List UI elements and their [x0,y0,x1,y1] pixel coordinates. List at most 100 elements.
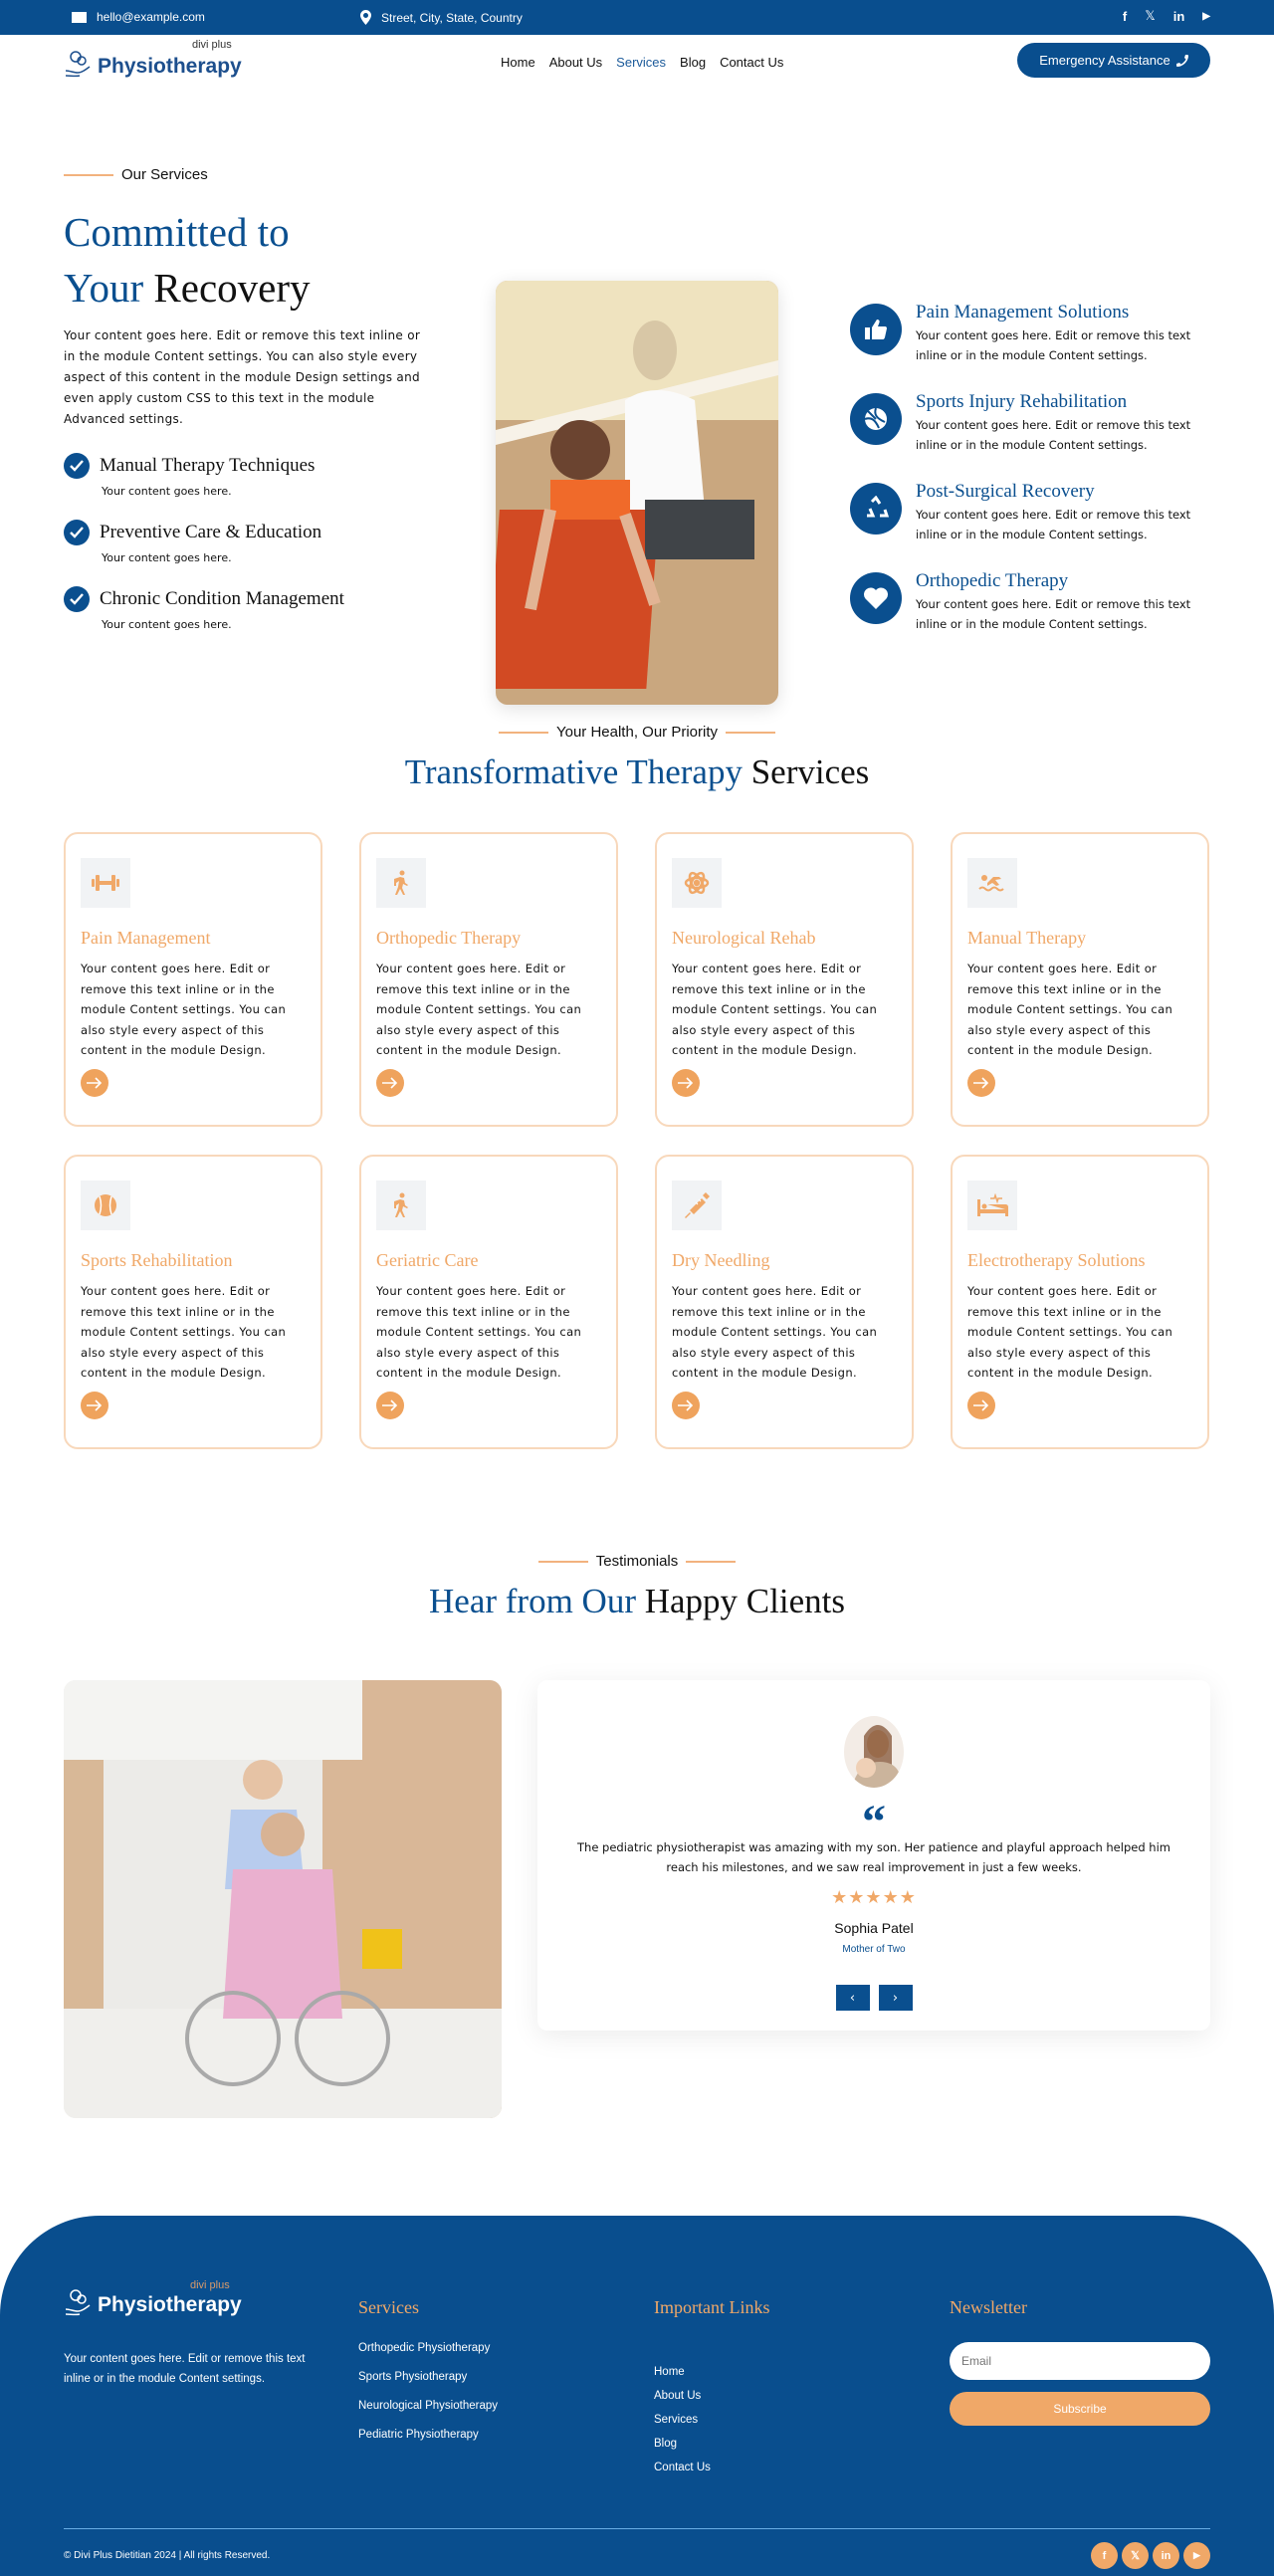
footer-link-contact-us[interactable]: Contact Us [654,2462,769,2473]
hero-section: Our Services Committed to Your Recovery … [0,95,1274,705]
service-card-text: Your content goes here. Edit or remove t… [81,962,287,1057]
service-card-link-button[interactable] [672,1392,700,1419]
footer-service-link[interactable]: Sports Physiotherapy [358,2371,498,2383]
footer-link-services[interactable]: Services [654,2414,769,2426]
linkedin-icon[interactable]: in [1173,9,1185,24]
quote-icon: “ [862,1796,886,1848]
footer-newsletter: Newsletter Subscribe [950,2297,1210,2426]
service-card-title: Orthopedic Therapy [376,928,522,948]
arrow-right-icon [382,1077,398,1089]
service-card-link-button[interactable] [376,1069,404,1097]
hero-title: Committed to Your Recovery [64,209,311,311]
footer-important-links: Important Links Home About Us Services B… [654,2297,770,2473]
service-card: Sports Rehabilitation Your content goes h… [64,1155,322,1449]
nav-services[interactable]: Services [616,55,666,70]
footer-link-home[interactable]: Home [654,2366,769,2378]
footer-link-blog[interactable]: Blog [654,2438,769,2450]
hand-medical-icon [65,51,91,78]
services-title: Transformative Therapy Services [404,752,870,791]
footer-link-about-us[interactable]: About Us [654,2390,769,2402]
recycle-icon [850,483,902,535]
testimonials-title: Hear from Our Happy Clients [429,1582,845,1620]
newsletter-email-input[interactable] [950,2342,1210,2380]
feature-item: Post-Surgical Recovery Your content goes … [850,481,1224,544]
services-section: Your Health, Our Priority Transformative… [0,692,1274,1449]
facebook-icon[interactable]: f [1123,9,1127,24]
hero-eyebrow: Our Services [64,166,208,183]
arrow-right-icon [973,1399,989,1411]
logo-tagline: divi plus [189,2279,230,2291]
divider-line [537,1560,588,1563]
feature-list: Pain Management Solutions Your content go… [850,302,1224,662]
service-card-title: Dry Needling [672,1250,770,1270]
prev-slide-button[interactable]: ‹ [835,1985,870,2011]
hero-description: Your content goes here. Edit or remove t… [64,328,421,426]
checklist: Manual Therapy Techniques Your content g… [64,453,344,653]
arrow-right-icon [678,1399,694,1411]
services-eyebrow: Your Health, Our Priority [0,724,1274,741]
service-card-link-button[interactable] [967,1392,995,1419]
map-pin-icon [360,10,371,25]
service-card-text: Your content goes here. Edit or remove t… [376,962,582,1057]
service-card-title: Neurological Rehab [672,928,816,948]
footer-service-link[interactable]: Pediatric Physiotherapy [358,2429,498,2441]
service-card: Neurological Rehab Your content goes here… [655,832,914,1127]
therapy-session-photo [496,281,778,705]
youtube-icon[interactable]: ▶ [1183,2542,1210,2569]
service-card-link-button[interactable] [967,1069,995,1097]
nav-about-us[interactable]: About Us [549,55,602,70]
arrow-right-icon [678,1077,694,1089]
service-card: Dry Needling Your content goes here. Edit… [655,1155,914,1449]
service-card: Manual Therapy Your content goes here. Ed… [951,832,1209,1127]
arrow-right-icon [87,1399,103,1411]
service-card-title: Geriatric Care [376,1250,479,1270]
emergency-assistance-button[interactable]: Emergency Assistance [1017,43,1210,78]
client-role: Mother of Two [842,1944,906,1955]
linkedin-icon[interactable]: in [1153,2542,1179,2569]
service-card-link-button[interactable] [376,1392,404,1419]
footer-logo[interactable]: divi plus Physiotherapy [64,2279,242,2317]
service-card-title: Sports Rehabilitation [81,1250,233,1270]
footer-service-link[interactable]: Neurological Physiotherapy [358,2400,498,2412]
service-card-link-button[interactable] [672,1069,700,1097]
contact-address: Street, City, State, Country [360,10,523,25]
footer-social-links: f 𝕏 in ▶ [1091,2542,1210,2569]
footer-description: Your content goes here. Edit or remove t… [64,2353,306,2385]
x-icon[interactable]: 𝕏 [1122,2542,1149,2569]
baseball-icon [81,1181,130,1230]
arrow-right-icon [87,1077,103,1089]
footer-divider [64,2528,1210,2529]
youtube-icon[interactable]: ▶ [1202,11,1210,22]
service-card-link-button[interactable] [81,1392,108,1419]
nav-contact-us[interactable]: Contact Us [720,55,783,70]
arrow-right-icon [973,1077,989,1089]
chevron-right-icon: › [892,1990,899,2006]
facebook-icon[interactable]: f [1091,2542,1118,2569]
subscribe-button[interactable]: Subscribe [950,2392,1210,2426]
feature-item: Pain Management Solutions Your content go… [850,302,1224,365]
divider-line [726,731,775,734]
service-card-title: Manual Therapy [967,928,1087,948]
rating-stars: ★★★★★ [831,1887,917,1908]
nav-blog[interactable]: Blog [680,55,706,70]
x-icon[interactable]: 𝕏 [1145,8,1155,24]
arrow-right-icon [382,1399,398,1411]
footer-services: Services Orthopedic Physiotherapy Sports… [358,2297,498,2441]
service-card: Pain Management Your content goes here. E… [64,832,322,1127]
feature-item: Orthopedic Therapy Your content goes here… [850,570,1224,634]
logo-text: Physiotherapy [98,55,242,78]
service-card-link-button[interactable] [81,1069,108,1097]
next-slide-button[interactable]: › [878,1985,913,2011]
thumbs-up-icon [850,304,902,355]
site-logo[interactable]: divi plus Physiotherapy [64,39,242,79]
atom-icon [672,858,722,908]
nav-home[interactable]: Home [501,55,535,70]
checklist-item: Chronic Condition Management Your conten… [64,586,344,631]
hand-medical-icon [65,2289,91,2316]
services-grid: Pain Management Your content goes here. E… [64,832,1274,1449]
slider-controls: ‹ › [537,1985,1210,2011]
contact-email[interactable]: hello@example.com [72,10,205,24]
footer-service-link[interactable]: Orthopedic Physiotherapy [358,2342,498,2354]
phone-icon [1175,54,1188,67]
client-avatar [844,1716,904,1788]
